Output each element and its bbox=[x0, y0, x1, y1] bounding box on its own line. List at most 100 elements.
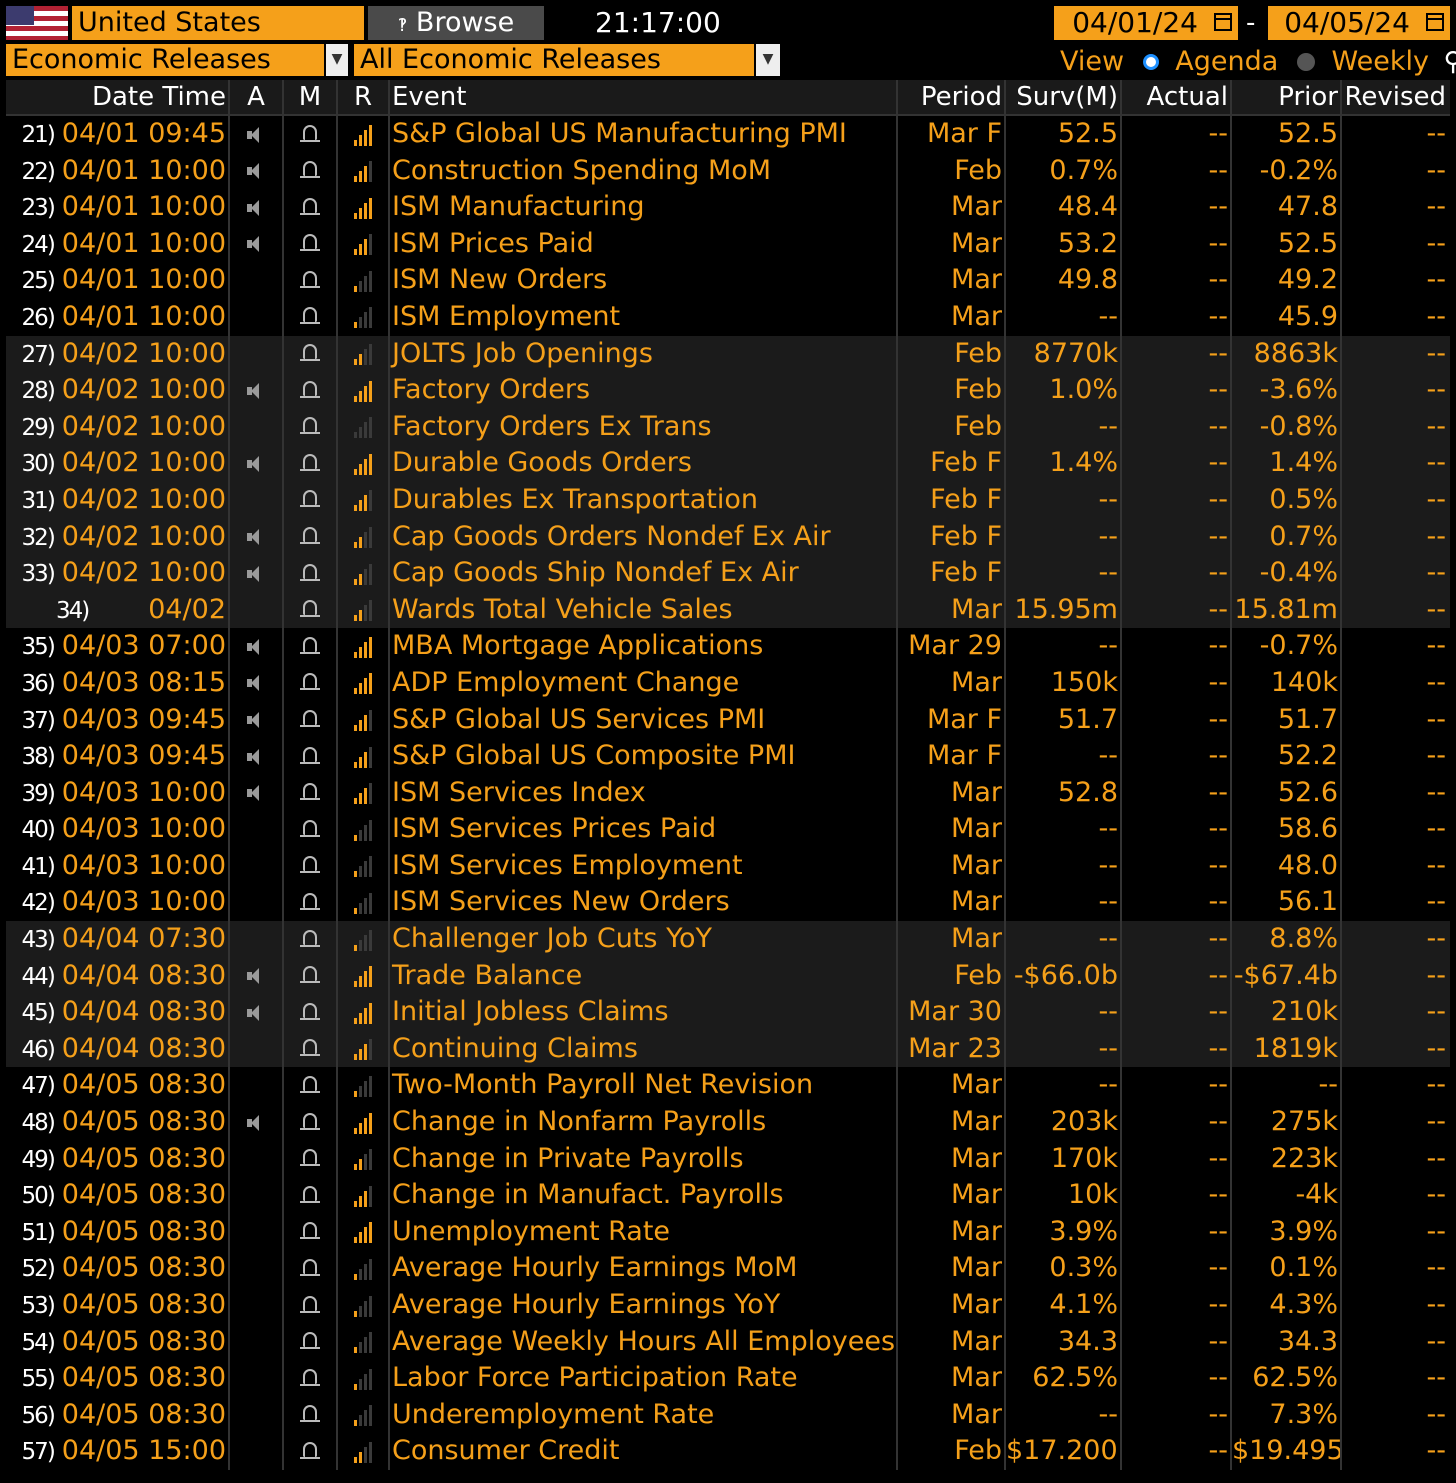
bell-icon[interactable] bbox=[300, 1258, 320, 1280]
bell-icon[interactable] bbox=[300, 563, 320, 585]
row-number[interactable]: 54) bbox=[22, 1330, 56, 1356]
alert-cell[interactable] bbox=[284, 372, 338, 409]
event-name[interactable]: JOLTS Job Openings bbox=[390, 335, 898, 373]
event-name[interactable]: Two-Month Payroll Net Revision bbox=[390, 1067, 898, 1105]
event-name[interactable]: ADP Employment Change bbox=[390, 664, 898, 702]
row-number[interactable]: 51) bbox=[22, 1220, 56, 1246]
audio-cell[interactable] bbox=[230, 1104, 284, 1141]
alert-cell[interactable] bbox=[284, 1067, 338, 1105]
speaker-icon[interactable] bbox=[245, 528, 267, 546]
alert-cell[interactable] bbox=[284, 1360, 338, 1397]
audio-cell[interactable] bbox=[230, 664, 284, 702]
alert-cell[interactable] bbox=[284, 481, 338, 519]
row-number[interactable]: 23) bbox=[22, 195, 56, 221]
event-name[interactable]: Change in Nonfarm Payrolls bbox=[390, 1104, 898, 1141]
col-surv[interactable]: Surv(M) bbox=[1006, 80, 1122, 114]
alert-cell[interactable] bbox=[284, 1213, 338, 1251]
event-name[interactable]: ISM New Orders bbox=[390, 262, 898, 299]
alert-cell[interactable] bbox=[284, 591, 338, 629]
speaker-icon[interactable] bbox=[245, 638, 267, 656]
audio-cell[interactable] bbox=[230, 152, 284, 190]
table-row[interactable]: 43) 04/04 07:30 Challenger Job Cuts YoY Mar… bbox=[6, 921, 1450, 958]
alert-cell[interactable] bbox=[284, 957, 338, 995]
alert-cell[interactable] bbox=[284, 664, 338, 702]
alert-cell[interactable] bbox=[284, 1177, 338, 1214]
table-row[interactable]: 45) 04/04 08:30 Initial Jobless Claims Mar … bbox=[6, 994, 1450, 1031]
row-number[interactable]: 28) bbox=[22, 378, 56, 404]
audio-cell[interactable] bbox=[230, 628, 284, 665]
table-row[interactable]: 37) 04/03 09:45 S&P Global US Services PMI… bbox=[6, 701, 1450, 739]
date-from-field[interactable]: 04/01/24 bbox=[1054, 6, 1238, 40]
speaker-icon[interactable] bbox=[245, 967, 267, 985]
alert-cell[interactable] bbox=[284, 262, 338, 299]
audio-cell[interactable] bbox=[230, 774, 284, 812]
row-number[interactable]: 48) bbox=[22, 1110, 56, 1136]
agenda-radio[interactable] bbox=[1142, 53, 1159, 70]
event-name[interactable]: Underemployment Rate bbox=[390, 1396, 898, 1434]
event-name[interactable]: S&P Global US Manufacturing PMI bbox=[390, 116, 898, 153]
table-row[interactable]: 50) 04/05 08:30 Change in Manufact. Payrol… bbox=[6, 1177, 1450, 1214]
alert-cell[interactable] bbox=[284, 774, 338, 812]
speaker-icon[interactable] bbox=[245, 162, 267, 180]
table-row[interactable]: 49) 04/05 08:30 Change in Private Payrolls… bbox=[6, 1140, 1450, 1178]
table-row[interactable]: 38) 04/03 09:45 S&P Global US Composite PM… bbox=[6, 738, 1450, 775]
row-number[interactable]: 53) bbox=[22, 1293, 56, 1319]
bell-icon[interactable] bbox=[300, 380, 320, 402]
bell-icon[interactable] bbox=[300, 1331, 320, 1353]
bell-icon[interactable] bbox=[300, 929, 320, 951]
bell-icon[interactable] bbox=[300, 1038, 320, 1060]
bell-icon[interactable] bbox=[300, 855, 320, 877]
table-row[interactable]: 22) 04/01 10:00 Construction Spending MoM F… bbox=[6, 152, 1450, 190]
row-number[interactable]: 46) bbox=[22, 1037, 56, 1063]
row-number[interactable]: 41) bbox=[22, 854, 56, 880]
audio-cell[interactable] bbox=[230, 372, 284, 409]
audio-cell[interactable] bbox=[230, 445, 284, 482]
row-number[interactable]: 37) bbox=[22, 708, 56, 734]
row-number[interactable]: 42) bbox=[22, 890, 56, 916]
bell-icon[interactable] bbox=[300, 343, 320, 365]
row-number[interactable]: 49) bbox=[22, 1147, 56, 1173]
table-row[interactable]: 21) 04/01 09:45 S&P Global US Manufacturin… bbox=[6, 116, 1450, 153]
alert-cell[interactable] bbox=[284, 445, 338, 482]
browse-button[interactable]: ‽ Browse bbox=[368, 6, 544, 40]
bell-icon[interactable] bbox=[300, 1368, 320, 1390]
alert-cell[interactable] bbox=[284, 518, 338, 556]
table-row[interactable]: 41) 04/03 10:00 ISM Services Employment Mar… bbox=[6, 847, 1450, 885]
table-row[interactable]: 53) 04/05 08:30 Average Hourly Earnings Yo… bbox=[6, 1287, 1450, 1324]
bell-icon[interactable] bbox=[300, 416, 320, 438]
row-number[interactable]: 29) bbox=[22, 415, 56, 441]
event-name[interactable]: MBA Mortgage Applications bbox=[390, 628, 898, 665]
table-row[interactable]: 28) 04/02 10:00 Factory Orders Feb 1.0% -- -3.… bbox=[6, 372, 1450, 409]
bell-icon[interactable] bbox=[300, 453, 320, 475]
alert-cell[interactable] bbox=[284, 335, 338, 373]
alert-cell[interactable] bbox=[284, 1140, 338, 1178]
alert-cell[interactable] bbox=[284, 1250, 338, 1287]
bell-icon[interactable] bbox=[300, 233, 320, 255]
row-number[interactable]: 39) bbox=[22, 781, 56, 807]
table-row[interactable]: 23) 04/01 10:00 ISM Manufacturing Mar 48.4 --… bbox=[6, 189, 1450, 226]
bell-icon[interactable] bbox=[300, 1075, 320, 1097]
date-to-field[interactable]: 04/05/24 bbox=[1268, 6, 1450, 40]
event-name[interactable]: S&P Global US Composite PMI bbox=[390, 738, 898, 775]
alert-cell[interactable] bbox=[284, 1433, 338, 1470]
col-period[interactable]: Period bbox=[898, 80, 1006, 114]
bell-icon[interactable] bbox=[300, 782, 320, 804]
bell-icon[interactable] bbox=[300, 124, 320, 146]
event-name[interactable]: Wards Total Vehicle Sales bbox=[390, 591, 898, 629]
event-name[interactable]: Consumer Credit bbox=[390, 1433, 898, 1470]
audio-cell[interactable] bbox=[230, 555, 284, 592]
event-name[interactable]: Continuing Claims bbox=[390, 1030, 898, 1068]
audio-cell[interactable] bbox=[230, 957, 284, 995]
alert-cell[interactable] bbox=[284, 189, 338, 226]
col-r[interactable]: R bbox=[338, 80, 390, 114]
bell-icon[interactable] bbox=[300, 965, 320, 987]
event-name[interactable]: Factory Orders Ex Trans bbox=[390, 408, 898, 446]
table-row[interactable]: 44) 04/04 08:30 Trade Balance Feb -$66.0b -- -… bbox=[6, 957, 1450, 995]
alert-cell[interactable] bbox=[284, 1030, 338, 1068]
bell-icon[interactable] bbox=[300, 197, 320, 219]
row-number[interactable]: 35) bbox=[22, 634, 56, 660]
alert-cell[interactable] bbox=[284, 811, 338, 848]
event-name[interactable]: Durable Goods Orders bbox=[390, 445, 898, 482]
zoom-search-icon[interactable]: ⚲ bbox=[1444, 45, 1456, 79]
row-number[interactable]: 47) bbox=[22, 1073, 56, 1099]
